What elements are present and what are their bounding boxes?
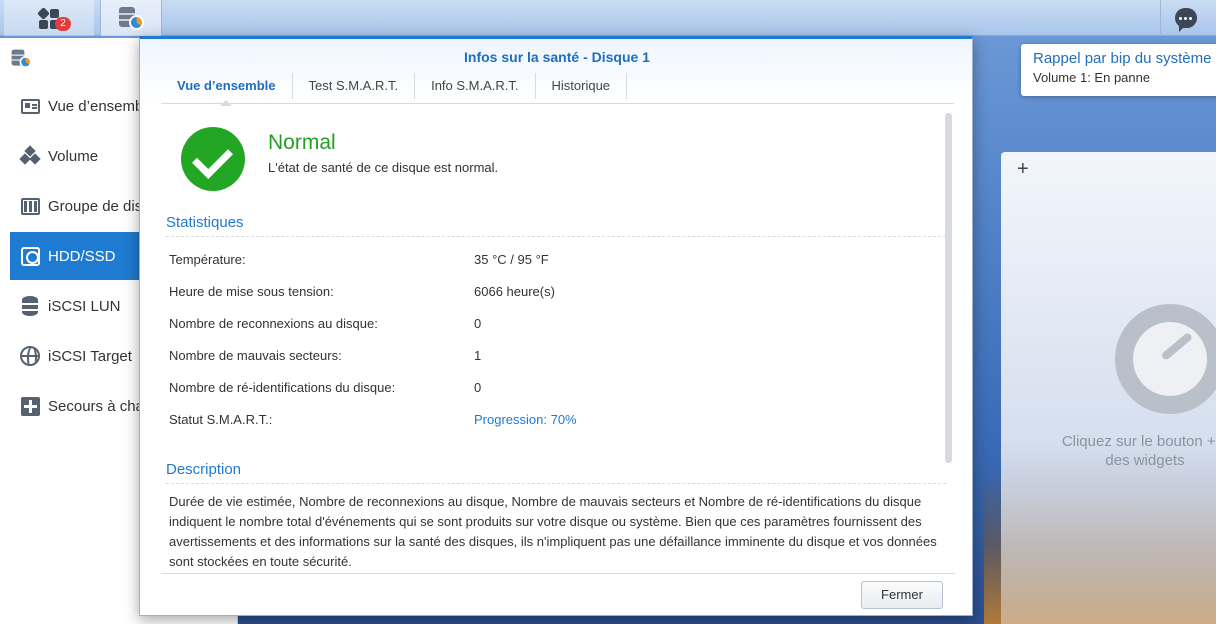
- content-scrollbar[interactable]: [945, 113, 952, 463]
- widget-panel: + Cliquez sur le bouton + p des widgets: [1001, 152, 1216, 624]
- stat-row-smart-status: Statut S.M.A.R.T.: Progression: 70%: [169, 412, 939, 432]
- health-status-title: Normal: [268, 131, 336, 154]
- tab-smart-test[interactable]: Test S.M.A.R.T.: [293, 73, 416, 99]
- dialog-title: Infos sur la santé - Disque 1: [464, 49, 650, 65]
- hdd-icon: [20, 246, 40, 266]
- sidebar-item-label: HDD/SSD: [48, 247, 116, 265]
- health-status-subtitle: L'état de santé de ce disque est normal.: [268, 160, 499, 175]
- description-heading: Description: [166, 461, 946, 484]
- stat-value: 6066 heure(s): [474, 284, 555, 299]
- stat-row-temperature: Température: 35 °C / 95 °F: [169, 252, 939, 272]
- add-widget-button[interactable]: +: [1017, 158, 1029, 181]
- sidebar-item-label: Volume: [48, 147, 99, 165]
- tab-smart-info[interactable]: Info S.M.A.R.T.: [415, 73, 536, 99]
- database-icon: [20, 296, 40, 316]
- notification-message: Volume 1: En panne: [1033, 70, 1151, 85]
- dialog-tabs: Vue d’ensemble Test S.M.A.R.T. Info S.M.…: [161, 73, 628, 106]
- stat-row-reidentifications: Nombre de ré-identifications du disque: …: [169, 380, 939, 400]
- chat-button[interactable]: [1160, 0, 1210, 36]
- disk-group-icon: [20, 196, 40, 216]
- plus-box-icon: [20, 396, 40, 416]
- health-info-dialog: Infos sur la santé - Disque 1 Vue d’ense…: [139, 36, 973, 616]
- footer-divider: [161, 573, 955, 574]
- widget-hint: Cliquez sur le bouton + p des widgets: [1035, 432, 1216, 470]
- stat-label: Nombre de mauvais secteurs:: [169, 348, 342, 363]
- stat-label: Statut S.M.A.R.T.:: [169, 412, 273, 427]
- tab-divider: [161, 103, 954, 104]
- system-notification[interactable]: Rappel par bip du système Volume 1: En p…: [1021, 44, 1216, 96]
- widget-hint-line-2: des widgets: [1105, 452, 1185, 469]
- taskbar: 2: [0, 0, 1216, 36]
- chat-icon: [1174, 8, 1197, 32]
- volume-cubes-icon: [19, 145, 41, 166]
- description-text: Durée de vie estimée, Nombre de reconnex…: [169, 494, 937, 569]
- stat-label: Nombre de reconnexions au disque:: [169, 316, 378, 331]
- check-circle-icon: [181, 127, 245, 191]
- stat-label: Température:: [169, 252, 246, 267]
- statistics-heading: Statistiques: [166, 214, 946, 237]
- overview-card-icon: [20, 96, 40, 116]
- main-menu-icon: 2: [37, 7, 71, 31]
- globe-icon: [20, 346, 40, 366]
- main-menu-button[interactable]: 2: [4, 0, 94, 36]
- stat-row-bad-sectors: Nombre de mauvais secteurs: 1: [169, 348, 939, 368]
- notification-badge: 2: [55, 17, 71, 31]
- sidebar-item-label: iSCSI Target: [48, 347, 132, 365]
- notification-title: Rappel par bip du système: [1033, 50, 1212, 67]
- close-button[interactable]: Fermer: [861, 581, 943, 609]
- stat-row-reconnections: Nombre de reconnexions au disque: 0: [169, 316, 939, 336]
- stat-value: 0: [474, 380, 482, 395]
- storage-manager-icon: [117, 5, 145, 31]
- tab-overview[interactable]: Vue d’ensemble: [161, 73, 293, 106]
- stat-value: 0: [474, 316, 482, 331]
- widget-hint-line-1: Cliquez sur le bouton + p: [1061, 433, 1216, 450]
- overview-content: Normal L'état de santé de ce disque est …: [161, 109, 955, 571]
- stat-value: 35 °C / 95 °F: [474, 252, 549, 267]
- stat-row-power-on-hours: Heure de mise sous tension: 6066 heure(s…: [169, 284, 939, 304]
- storage-manager-taskbar-button[interactable]: [100, 0, 162, 36]
- sidebar-item-label: iSCSI LUN: [48, 297, 121, 315]
- stat-label: Nombre de ré-identifications du disque:: [169, 380, 396, 395]
- stat-label: Heure de mise sous tension:: [169, 284, 334, 299]
- stat-value: 1: [474, 348, 482, 363]
- storage-manager-app-icon: [10, 48, 32, 69]
- tab-history[interactable]: Historique: [536, 73, 628, 99]
- gauge-icon: [1115, 304, 1216, 414]
- smart-progress-link[interactable]: Progression: 70%: [474, 412, 577, 427]
